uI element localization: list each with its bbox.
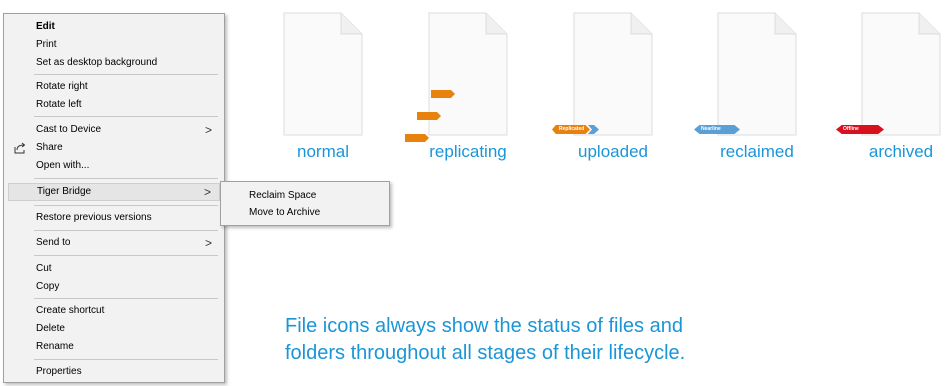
context-menu: Edit Print Set as desktop background Rot…: [3, 13, 225, 383]
menu-item-label: Properties: [36, 366, 82, 377]
document-icon: [861, 12, 941, 136]
menu-separator: [34, 298, 218, 299]
menu-item-label: Create shortcut: [36, 305, 105, 316]
menu-separator: [34, 74, 218, 75]
status-label: reclaimed: [720, 142, 794, 161]
file-state-reclaimed: Nearline reclaimed: [692, 8, 822, 168]
tiger-bridge-submenu: Reclaim Space Move to Archive: [220, 181, 390, 226]
caption-line-2: folders throughout all stages of their l…: [285, 342, 686, 364]
chevron-right-icon: >: [204, 236, 212, 250]
menu-separator: [34, 255, 218, 256]
menu-item-label: Cast to Device: [36, 124, 102, 135]
status-label: replicating: [429, 142, 507, 161]
file-state-uploaded: Replicated uploaded: [548, 8, 678, 168]
status-label: normal: [297, 142, 349, 161]
menu-item-tiger-bridge[interactable]: Tiger Bridge >: [8, 183, 220, 201]
menu-item-properties[interactable]: Properties: [8, 363, 220, 381]
menu-item-label: Rotate left: [36, 99, 82, 110]
menu-separator: [34, 205, 218, 206]
cloud-arrow-icon: [588, 125, 599, 134]
tag-label: Offline: [843, 126, 859, 132]
menu-item-label: Copy: [36, 281, 60, 292]
menu-separator: [34, 359, 218, 360]
submenu-item-label: Move to Archive: [249, 207, 321, 218]
menu-item-copy[interactable]: Copy: [8, 278, 220, 296]
file-state-archived: Offline archived: [836, 8, 950, 168]
caption: File icons always show the status of fil…: [285, 313, 805, 367]
menu-item-rotate-left[interactable]: Rotate left: [8, 96, 220, 114]
menu-item-cast-to-device[interactable]: Cast to Device >: [8, 121, 220, 139]
menu-separator: [34, 116, 218, 117]
document-icon: [717, 12, 797, 136]
menu-item-rename[interactable]: Rename: [8, 338, 220, 356]
menu-item-print[interactable]: Print: [8, 36, 220, 54]
file-state-replicating: replicating: [403, 8, 533, 168]
menu-item-delete[interactable]: Delete: [8, 320, 220, 338]
submenu-item-move-to-archive[interactable]: Move to Archive: [221, 204, 389, 221]
menu-item-restore-previous-versions[interactable]: Restore previous versions: [8, 209, 220, 227]
replicating-arrows-icon: [405, 90, 455, 142]
menu-item-label: Rename: [36, 341, 74, 352]
submenu-item-label: Reclaim Space: [249, 190, 317, 201]
tag-label: Nearline: [701, 126, 721, 132]
menu-item-label: Print: [36, 39, 57, 50]
menu-item-cut[interactable]: Cut: [8, 260, 220, 278]
menu-item-label: Rotate right: [36, 81, 88, 92]
menu-item-label: Restore previous versions: [36, 212, 152, 223]
chevron-right-icon: >: [204, 123, 212, 137]
menu-item-share[interactable]: Share: [8, 139, 220, 157]
menu-item-rotate-right[interactable]: Rotate right: [8, 78, 220, 96]
file-state-normal: normal: [258, 8, 388, 168]
offline-tag: Offline: [836, 125, 884, 134]
menu-item-create-shortcut[interactable]: Create shortcut: [8, 302, 220, 320]
share-icon: [14, 142, 26, 154]
menu-item-label: Set as desktop background: [36, 57, 158, 68]
menu-separator: [34, 178, 218, 179]
menu-item-label: Tiger Bridge: [37, 186, 92, 197]
menu-separator: [34, 230, 218, 231]
document-icon: [573, 12, 653, 136]
chevron-right-icon: >: [203, 185, 211, 199]
menu-item-set-desktop-background[interactable]: Set as desktop background: [8, 54, 220, 72]
document-icon: [283, 12, 363, 136]
nearline-tag: Nearline: [694, 125, 740, 134]
menu-item-label: Delete: [36, 323, 65, 334]
menu-item-label: Open with...: [36, 160, 90, 171]
status-label: uploaded: [578, 142, 648, 161]
menu-item-open-with[interactable]: Open with...: [8, 157, 220, 175]
tag-label: Replicated: [559, 126, 585, 132]
menu-item-edit[interactable]: Edit: [8, 18, 220, 36]
menu-item-label: Share: [36, 142, 63, 153]
menu-item-label: Send to: [36, 237, 71, 248]
caption-line-1: File icons always show the status of fil…: [285, 315, 683, 337]
menu-item-label: Cut: [36, 263, 52, 274]
menu-item-label: Edit: [36, 21, 55, 32]
replicated-tag: Replicated: [552, 125, 590, 134]
menu-item-send-to[interactable]: Send to >: [8, 234, 220, 252]
submenu-item-reclaim-space[interactable]: Reclaim Space: [221, 187, 389, 204]
status-label: archived: [868, 142, 934, 161]
